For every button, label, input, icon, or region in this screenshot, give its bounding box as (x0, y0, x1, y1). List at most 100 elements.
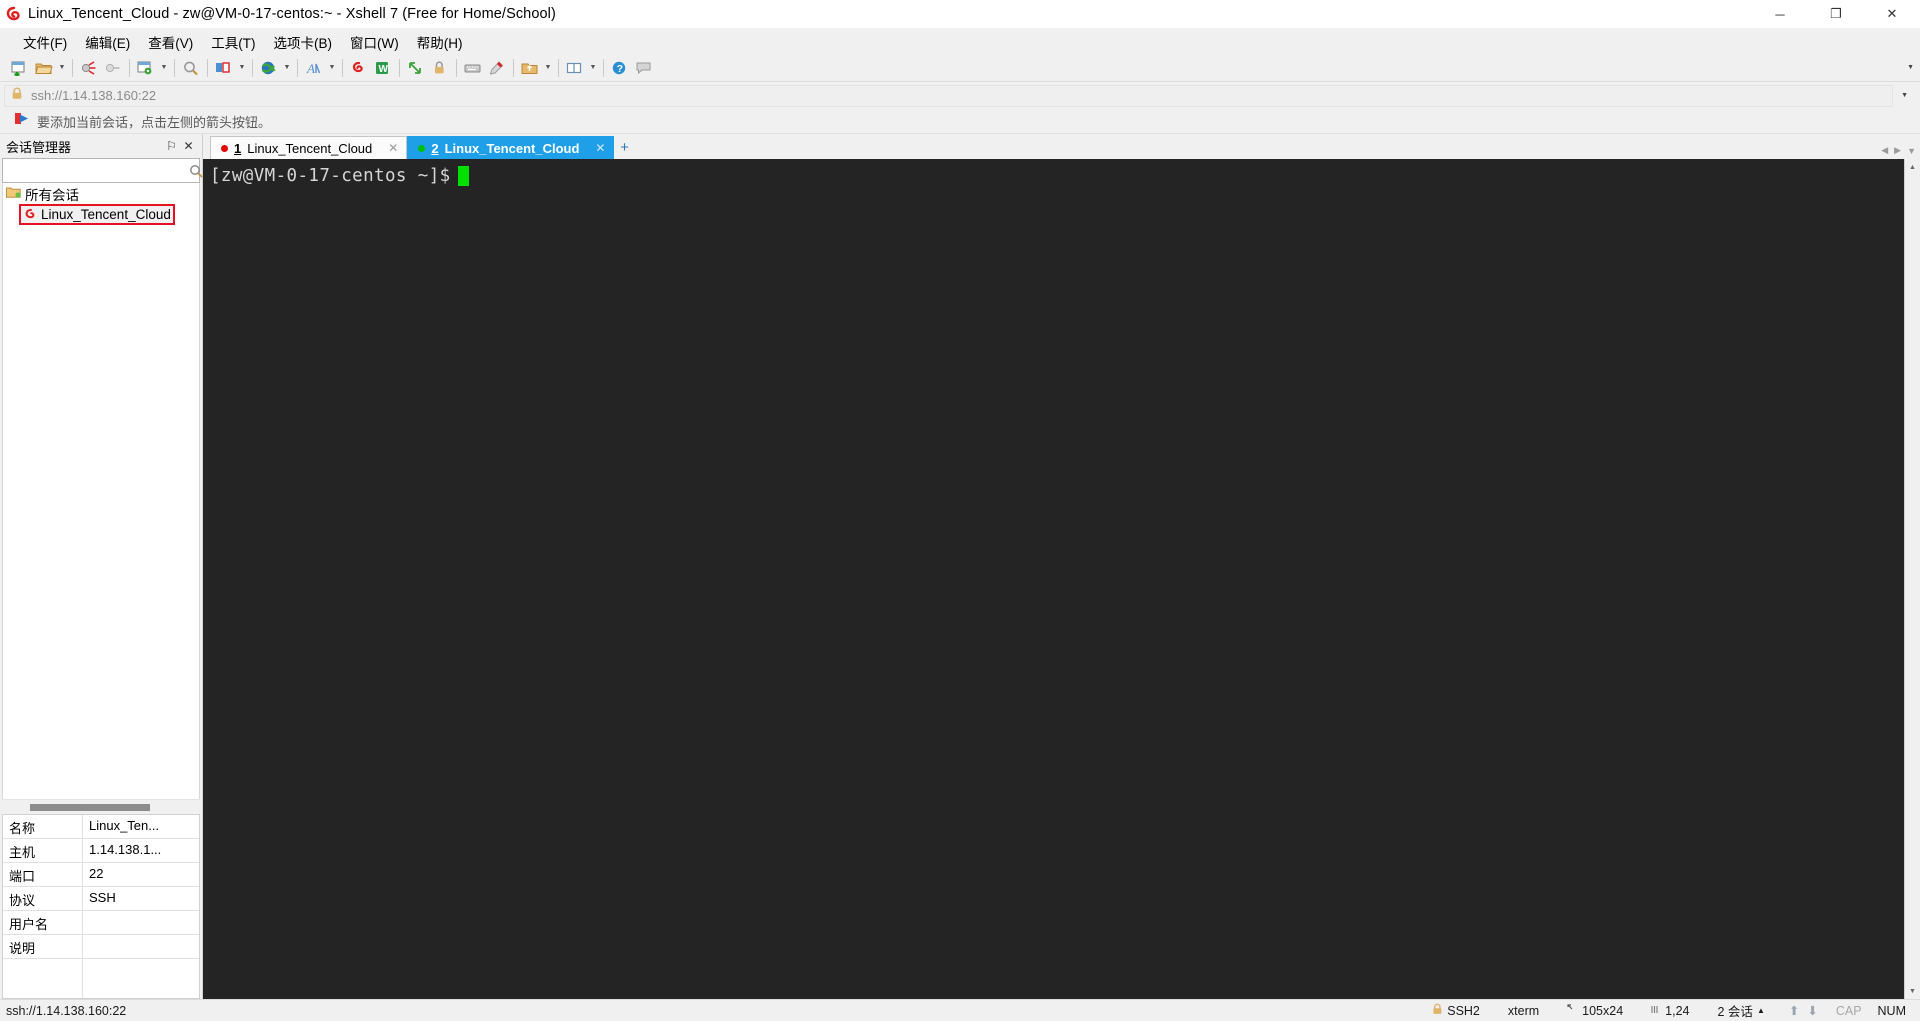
status-protocol-label: SSH2 (1447, 1003, 1480, 1018)
toolbar-separator (252, 58, 253, 77)
arrow-hint-icon (14, 112, 30, 130)
prop-value: Linux_Ten... (89, 818, 160, 833)
open-folder-caret-icon[interactable]: ▼ (56, 57, 68, 79)
session-selection-highlight[interactable]: Linux_Tencent_Cloud (19, 204, 175, 225)
terminal-screen[interactable]: [zw@VM-0-17-centos ~]$ (203, 159, 1904, 999)
tab-close-icon[interactable]: ✕ (595, 141, 605, 155)
menu-view[interactable]: 查看(V) (139, 29, 202, 55)
prop-value: 1.14.138.1... (89, 842, 162, 857)
scrollbar-thumb[interactable] (30, 804, 150, 811)
terminal-scrollbar[interactable]: ▲ ▼ (1904, 159, 1920, 999)
menu-tabs[interactable]: 选项卡(B) (265, 29, 342, 55)
tab-number: 2 (431, 140, 439, 156)
table-row: 主机 1.14.138.1... (3, 839, 199, 863)
close-button[interactable]: ✕ (1864, 0, 1920, 29)
menu-file[interactable]: 文件(F) (14, 29, 76, 55)
fullscreen-icon[interactable] (404, 57, 428, 79)
find-icon[interactable] (179, 57, 203, 79)
session-icon (21, 208, 41, 221)
address-input[interactable]: ssh://1.14.138.160:22 (4, 84, 1894, 107)
pin-icon[interactable]: ⚐ (163, 137, 180, 155)
xshell-window: Linux_Tencent_Cloud - zw@VM-0-17-centos:… (0, 0, 1920, 1021)
layout-caret-icon[interactable]: ▼ (236, 57, 248, 79)
prop-key: 用户名 (3, 911, 83, 934)
status-size: 105x24 (1553, 1004, 1637, 1018)
status-cursor-position: 1,24 (1637, 1004, 1703, 1018)
globe-caret-icon[interactable]: ▼ (281, 57, 293, 79)
tree-node-all-sessions[interactable]: 所有会话 (3, 183, 199, 204)
split-view-icon[interactable] (563, 57, 587, 79)
keyboard-icon[interactable] (461, 57, 485, 79)
lock-icon[interactable] (428, 57, 452, 79)
chat-icon[interactable] (632, 57, 656, 79)
toolbar-overflow-caret-icon[interactable]: ▼ (1907, 64, 1914, 71)
screen-size-icon (1567, 1003, 1578, 1018)
status-sessions[interactable]: 2 会话 ▲ (1704, 1001, 1779, 1020)
tab-scroll-right-icon[interactable]: ▶ (1894, 145, 1901, 156)
tab-status-dot-icon (221, 144, 228, 152)
transfer-icon[interactable] (518, 57, 542, 79)
font-caret-icon[interactable]: ▼ (326, 57, 338, 79)
session-properties-caret-icon[interactable]: ▼ (158, 57, 170, 79)
status-caps-lock: CAP (1835, 1003, 1862, 1018)
menu-tools[interactable]: 工具(T) (202, 29, 264, 55)
search-icon[interactable] (189, 164, 203, 178)
tab-menu-caret-icon[interactable]: ▼ (1907, 146, 1916, 156)
tab-number: 1 (234, 140, 242, 156)
tree-node-session[interactable]: Linux_Tencent_Cloud (3, 204, 199, 225)
status-cursor-label: 1,24 (1665, 1003, 1690, 1018)
transfer-caret-icon[interactable]: ▼ (542, 57, 554, 79)
tab-1[interactable]: 1 Linux_Tencent_Cloud ✕ (210, 136, 408, 159)
tab-strip: 1 Linux_Tencent_Cloud ✕ 2 Linux_Tencent_… (203, 134, 1920, 159)
sessions-caret-icon[interactable]: ▲ (1757, 1006, 1765, 1015)
toolbar-separator (297, 58, 298, 77)
toolbar-separator (72, 58, 73, 77)
session-properties-icon[interactable] (134, 57, 158, 79)
layout-icon[interactable] (212, 57, 236, 79)
log-icon[interactable] (347, 57, 371, 79)
menu-bar: 文件(F) 编辑(E) 查看(V) 工具(T) 选项卡(B) 窗口(W) 帮助(… (0, 29, 1920, 54)
session-tree[interactable]: 所有会话 Linux_Tencent_Cloud (2, 183, 200, 799)
prop-value: SSH (89, 890, 116, 905)
tab-close-icon[interactable]: ✕ (388, 141, 398, 155)
notification-bar: 要添加当前会话，点击左侧的箭头按钮。 (0, 109, 1920, 134)
menu-help[interactable]: 帮助(H) (408, 29, 472, 55)
new-tab-button[interactable]: + (614, 136, 634, 159)
prop-value: 22 (89, 866, 104, 881)
scroll-down-icon[interactable]: ▼ (1905, 983, 1920, 999)
globe-icon[interactable] (257, 57, 281, 79)
highlight-icon[interactable] (485, 57, 509, 79)
tab-scroll-left-icon[interactable]: ◀ (1881, 145, 1888, 156)
prop-key: 名称 (3, 815, 83, 838)
sidebar-horizontal-scrollbar[interactable] (2, 799, 200, 814)
session-properties-table: 名称 Linux_Ten... 主机 1.14.138.1... 端口 22 协… (2, 814, 200, 959)
menu-edit[interactable]: 编辑(E) (76, 29, 139, 55)
status-num-lock: NUM (1877, 1003, 1906, 1018)
session-search-input[interactable] (3, 163, 189, 178)
scroll-up-icon[interactable]: ▲ (1905, 159, 1920, 175)
table-row: 名称 Linux_Ten... (3, 815, 199, 839)
session-manager-title: 会话管理器 (6, 139, 72, 155)
disconnect-icon[interactable] (77, 57, 101, 79)
session-search-box[interactable] (2, 158, 203, 183)
minimize-button[interactable]: ─ (1752, 0, 1808, 29)
reconnect-icon[interactable] (101, 57, 125, 79)
help-icon[interactable]: ? (608, 57, 632, 79)
font-icon[interactable]: A (302, 57, 326, 79)
split-view-caret-icon[interactable]: ▼ (587, 57, 599, 79)
close-panel-icon[interactable]: ✕ (180, 137, 197, 155)
main-body: 会话管理器 ⚐ ✕ 所有会话 Linux_Tencent_Cloud 名称 Li… (0, 134, 1920, 999)
tab-2[interactable]: 2 Linux_Tencent_Cloud ✕ (407, 136, 615, 159)
excel-export-icon[interactable]: W (371, 57, 395, 79)
new-session-icon[interactable] (8, 57, 32, 79)
status-url: ssh://1.14.138.160:22 (6, 1003, 127, 1018)
folder-sessions-icon (6, 186, 21, 202)
address-dropdown-caret-icon[interactable]: ▼ (1893, 92, 1916, 99)
toolbar-separator (456, 58, 457, 77)
menu-window[interactable]: 窗口(W) (341, 29, 408, 55)
open-folder-icon[interactable] (32, 57, 56, 79)
svg-text:?: ? (617, 63, 623, 75)
table-row: 说明 (3, 935, 199, 959)
status-terminal-type: xterm (1507, 1003, 1540, 1018)
maximize-button[interactable]: ❐ (1808, 0, 1864, 29)
